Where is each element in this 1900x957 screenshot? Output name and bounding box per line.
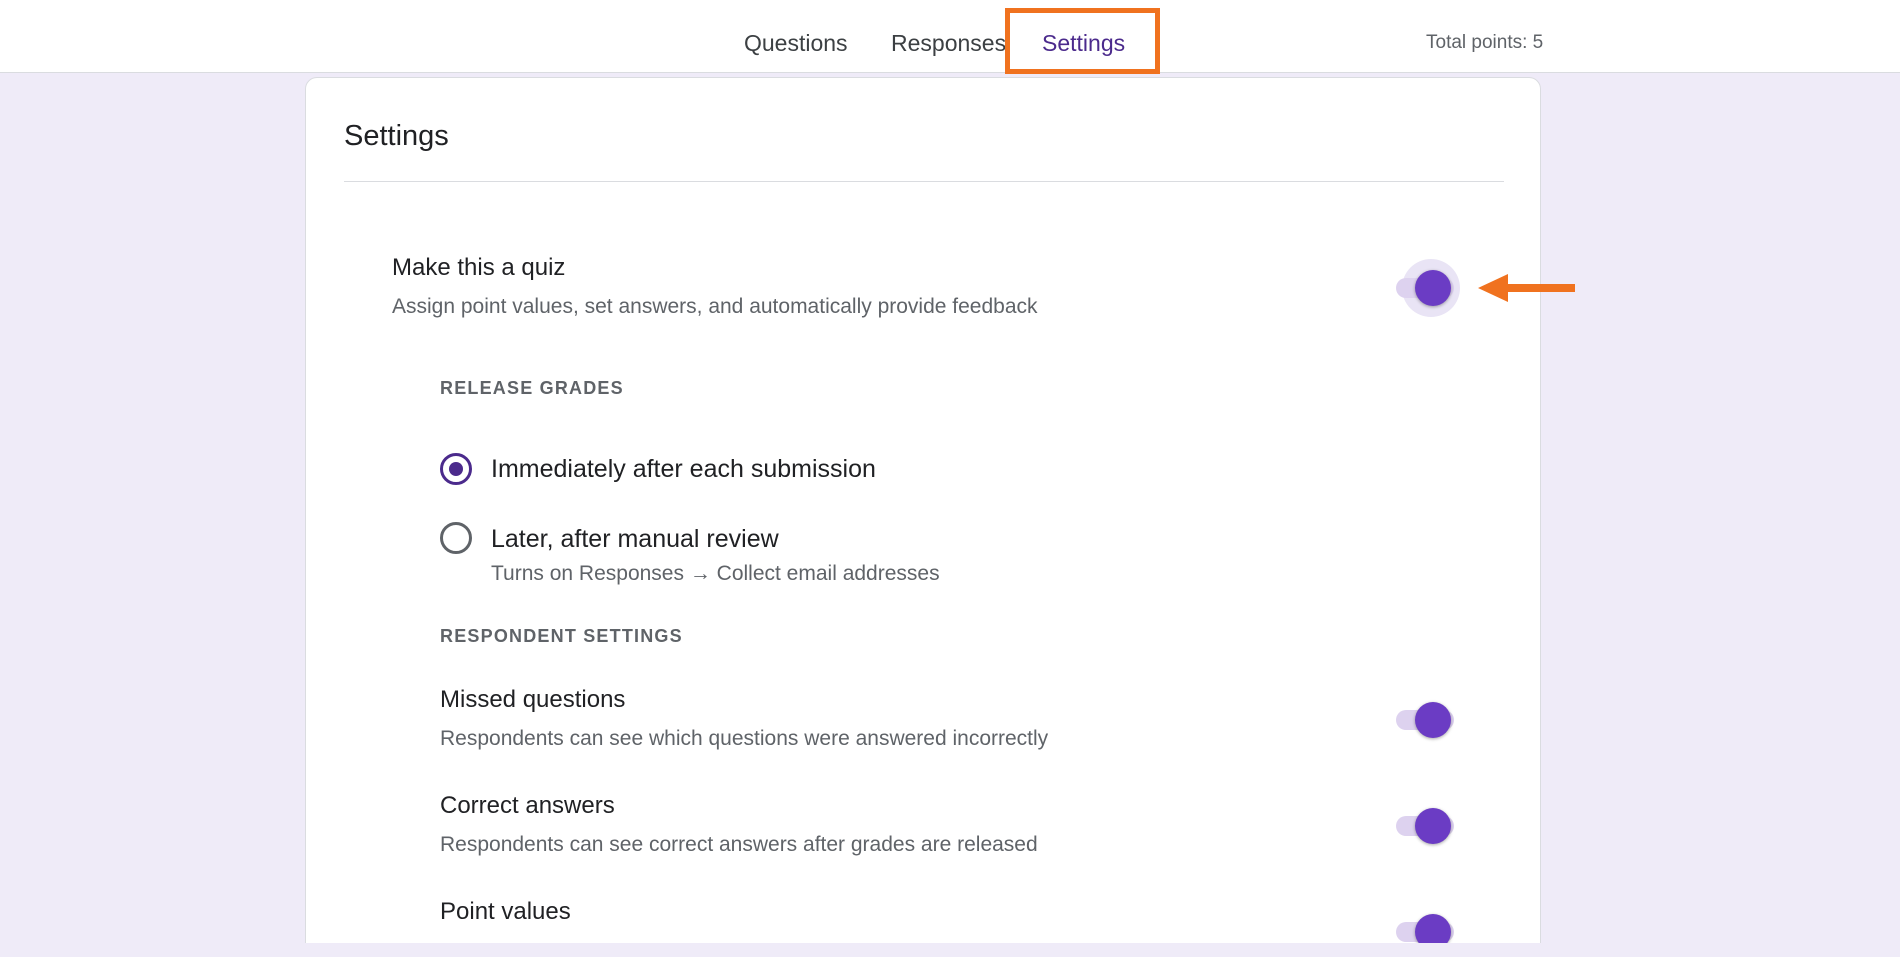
top-bar: Questions Responses Settings Total point… (0, 0, 1900, 73)
toggle-thumb (1415, 270, 1451, 306)
radio-later[interactable] (440, 522, 472, 554)
respondent-settings-label: RESPONDENT SETTINGS (440, 626, 683, 646)
correct-answers-title: Correct answers (440, 792, 615, 819)
arrow-left-icon (1478, 274, 1575, 302)
radio-immediately-label[interactable]: Immediately after each submission (491, 455, 876, 484)
settings-card: Settings Make this a quiz Assign point v… (305, 77, 1541, 957)
tab-responses[interactable]: Responses (891, 0, 1006, 73)
toggle-thumb (1415, 702, 1451, 738)
missed-questions-description: Respondents can see which questions were… (440, 727, 1049, 750)
correct-answers-toggle[interactable] (1393, 806, 1459, 846)
radio-later-sub: Turns on Responses → Collect email addre… (491, 562, 940, 585)
quiz-description: Assign point values, set answers, and au… (392, 295, 1038, 318)
bottom-background-strip (0, 943, 1900, 957)
correct-answers-description: Respondents can see correct answers afte… (440, 833, 1038, 856)
toggle-thumb (1415, 808, 1451, 844)
card-title: Settings (344, 120, 449, 152)
radio-immediately[interactable] (440, 453, 472, 485)
radio-later-label[interactable]: Later, after manual review (491, 525, 779, 554)
total-points: Total points: 5 (1426, 32, 1544, 53)
radio-dot (449, 462, 463, 476)
quiz-toggle[interactable] (1393, 259, 1460, 317)
quiz-title: Make this a quiz (392, 254, 566, 281)
missed-questions-toggle[interactable] (1393, 700, 1459, 740)
tab-questions[interactable]: Questions (744, 0, 848, 73)
point-values-title: Point values (440, 898, 571, 925)
tab-settings[interactable]: Settings (1042, 0, 1125, 73)
divider (344, 181, 1504, 182)
missed-questions-title: Missed questions (440, 686, 626, 713)
release-grades-label: RELEASE GRADES (440, 378, 624, 398)
